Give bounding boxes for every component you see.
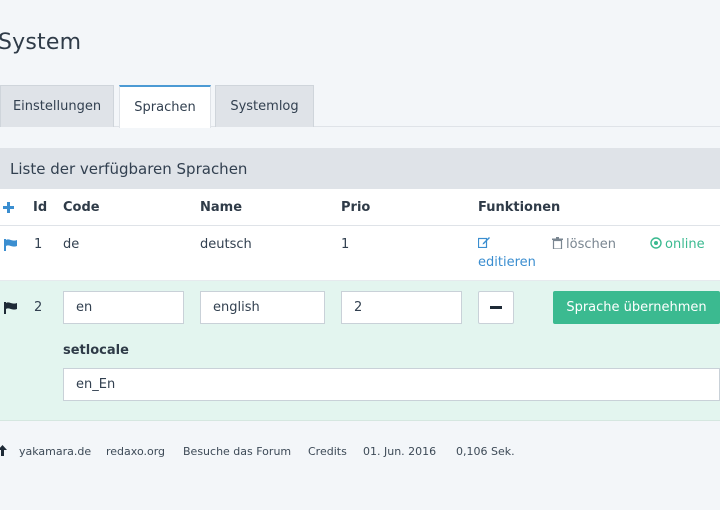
- header-id: Id: [33, 200, 48, 215]
- online-icon: [650, 237, 662, 249]
- footer-time: 0,106 Sek.: [456, 445, 515, 458]
- scroll-top-link[interactable]: [0, 445, 7, 459]
- footer-link-forum[interactable]: Besuche das Forum: [183, 445, 291, 458]
- flag-icon: [4, 302, 18, 314]
- tab-einstellungen[interactable]: Einstellungen: [0, 85, 114, 127]
- tab-sprachen[interactable]: Sprachen: [119, 85, 211, 128]
- save-language-button[interactable]: Sprache übernehmen: [553, 291, 720, 324]
- header-functions: Funktionen: [478, 200, 561, 215]
- prio-input[interactable]: 2: [341, 291, 462, 324]
- row-prio: 1: [341, 237, 350, 252]
- edit-icon: [478, 237, 490, 248]
- footer-link-yakamara[interactable]: yakamara.de: [19, 445, 91, 458]
- footer-link-redaxo[interactable]: redaxo.org: [106, 445, 165, 458]
- status-label: online: [665, 237, 705, 252]
- languages-table: Id Code Name Prio Funktionen 1 de deutsc…: [0, 189, 720, 421]
- status-toggle[interactable]: online: [650, 237, 705, 252]
- panel-heading: Liste der verfügbaren Sprachen: [0, 148, 720, 189]
- row-name: deutsch: [200, 237, 252, 252]
- page-title: System: [0, 30, 82, 55]
- row-id: 1: [34, 237, 43, 252]
- flag-icon: [4, 239, 18, 251]
- edit-link-label: editieren: [478, 255, 536, 270]
- tab-systemlog[interactable]: Systemlog: [215, 85, 314, 127]
- footer-date: 01. Jun. 2016: [363, 445, 437, 458]
- plus-icon: [3, 202, 14, 213]
- delete-link-label: löschen: [566, 237, 616, 252]
- trash-icon: [552, 237, 563, 249]
- table-header: Id Code Name Prio Funktionen: [0, 189, 720, 226]
- setlocale-label: setlocale: [63, 343, 129, 358]
- header-code: Code: [63, 200, 100, 215]
- footer-link-credits[interactable]: Credits: [308, 445, 347, 458]
- footer: yakamara.de redaxo.org Besuche das Forum…: [0, 445, 720, 459]
- name-input[interactable]: english: [200, 291, 325, 324]
- remove-button[interactable]: [478, 291, 514, 324]
- edit-row-id: 2: [34, 300, 43, 315]
- tab-bar: Einstellungen Sprachen Systemlog: [0, 85, 720, 128]
- delete-link[interactable]: löschen: [552, 237, 616, 252]
- code-input[interactable]: en: [63, 291, 184, 324]
- row-code: de: [63, 237, 80, 252]
- header-prio: Prio: [341, 200, 371, 215]
- minus-icon: [490, 306, 502, 309]
- header-name: Name: [200, 200, 243, 215]
- add-language-button[interactable]: [3, 197, 14, 213]
- edit-row: 2 en english 2 Sprache übernehmen setloc…: [0, 281, 720, 421]
- setlocale-input[interactable]: en_En: [63, 368, 720, 401]
- table-row: 1 de deutsch 1 editieren löschen online: [0, 226, 720, 281]
- arrow-up-icon: [0, 445, 7, 456]
- edit-link[interactable]: editieren: [478, 234, 548, 272]
